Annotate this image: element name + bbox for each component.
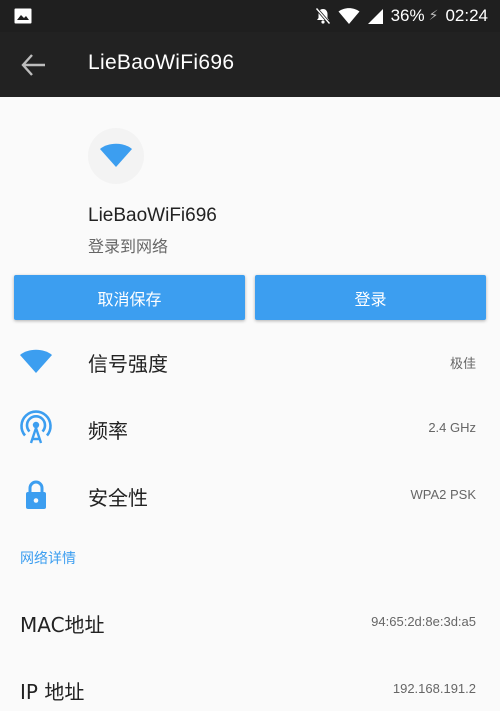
wifi-network-icon: [88, 128, 144, 184]
security-value: WPA2 PSK: [410, 487, 476, 502]
page-title: LieBaoWiFi696: [88, 51, 235, 74]
security-label: 安全性: [88, 486, 148, 510]
battery-percent: 36%: [390, 6, 425, 25]
login-button[interactable]: 登录: [255, 275, 486, 320]
ip-address-value: 192.168.191.2: [392, 681, 476, 696]
signal-strength-label: 信号强度: [88, 352, 168, 376]
cell-signal-icon: [367, 8, 383, 24]
gallery-icon: [14, 8, 32, 24]
ip-address-label: IP 地址: [20, 680, 85, 704]
status-bar: 36% ⚡ 02:24: [0, 0, 500, 32]
frequency-row: 频率 2.4 GHz: [0, 403, 500, 453]
mute-icon: [314, 7, 331, 25]
frequency-icon: [20, 410, 52, 444]
frequency-value: 2.4 GHz: [428, 420, 476, 435]
charging-icon: ⚡: [428, 8, 439, 24]
mac-address-row: MAC地址 94:65:2d:8e:3d:a5: [0, 597, 500, 647]
network-status: 登录到网络: [88, 237, 169, 256]
network-details-header: 网络详情: [20, 551, 76, 567]
signal-strength-row: 信号强度 极佳: [0, 336, 500, 386]
wifi-strength-icon: [20, 349, 52, 373]
app-bar: LieBaoWiFi696: [0, 32, 500, 97]
lock-icon: [26, 480, 46, 509]
signal-strength-value: 极佳: [449, 356, 476, 371]
ip-address-row: IP 地址 192.168.191.2: [0, 664, 500, 711]
forget-network-button[interactable]: 取消保存: [14, 275, 245, 320]
mac-address-label: MAC地址: [20, 613, 105, 637]
arrow-back-icon[interactable]: [18, 50, 50, 80]
clock-time: 02:24: [445, 6, 488, 25]
frequency-label: 频率: [88, 419, 128, 443]
security-row: 安全性 WPA2 PSK: [0, 470, 500, 520]
wifi-signal-icon: [338, 7, 360, 24]
network-name: LieBaoWiFi696: [88, 205, 217, 226]
mac-address-value: 94:65:2d:8e:3d:a5: [371, 614, 476, 629]
